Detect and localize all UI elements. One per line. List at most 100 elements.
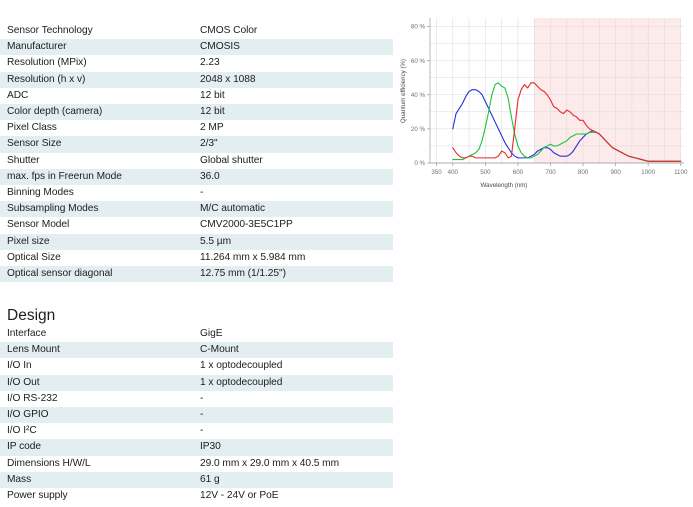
table-row: Sensor Model CMV2000-3E5C1PP	[0, 217, 393, 234]
spec-key: Dimensions H/W/L	[7, 457, 91, 469]
x-tick-label: 1100	[674, 169, 688, 176]
x-tick-label: 700	[545, 169, 556, 176]
spec-key: Manufacturer	[7, 41, 67, 53]
design-spec-table-body: Interface GigE Lens Mount C-Mount I/O In 1 x …	[0, 326, 393, 505]
spec-value: 12V - 24V or PoE	[200, 490, 279, 502]
spec-key: Interface	[7, 328, 47, 339]
spec-key: Resolution (h x v)	[7, 73, 86, 85]
x-tick-label: 900	[610, 169, 621, 176]
spec-key: I/O RS-232	[7, 392, 58, 404]
x-tick-label: 1000	[641, 169, 655, 176]
spec-value: -	[200, 409, 204, 421]
spec-value: Global shutter	[200, 154, 263, 166]
spec-value: CMOSIS	[200, 41, 240, 53]
spec-value: -	[200, 392, 204, 404]
y-tick-label: 60 %	[411, 58, 426, 65]
spec-value: -	[200, 187, 204, 199]
spec-value: 36.0	[200, 170, 220, 182]
spec-value: 2048 x 1088	[200, 73, 256, 85]
specification-panel: Sensor Technology CMOS Color Manufacturer C…	[0, 0, 393, 507]
design-section: Design Interface GigE Lens Mount C-Mount I/O…	[0, 306, 393, 505]
spec-value: CMOS Color	[200, 25, 258, 36]
spec-key: Lens Mount	[7, 344, 60, 356]
y-tick-label: 0 %	[414, 160, 425, 167]
spec-key: Sensor Technology	[7, 25, 93, 36]
chart-y-tick-labels: 0 % 20 % 40 % 60 % 80 %	[411, 24, 426, 167]
table-row: Lens Mount C-Mount	[0, 342, 393, 359]
sensor-spec-table-body: Sensor Technology CMOS Color Manufacturer C…	[0, 23, 393, 283]
quantum-efficiency-chart: 350 400 500 600 700 800 900 1000 1100 0 % 20 % 40 …	[396, 6, 689, 192]
spec-value: C-Mount	[200, 344, 239, 356]
spec-value: 1 x optodecoupled	[200, 376, 283, 388]
table-row: Mass 61 g	[0, 471, 393, 489]
spec-value: 29.0 mm x 29.0 mm x 40.5 mm	[200, 457, 340, 469]
spec-key: Color depth (camera)	[7, 106, 103, 118]
table-row: Interface GigE	[0, 326, 393, 343]
x-tick-label: 500	[480, 169, 491, 176]
table-row: I/O In 1 x optodecoupled	[0, 358, 393, 375]
spec-value: 2.23	[200, 57, 220, 69]
table-row: max. fps in Freerun Mode 36.0	[0, 168, 393, 186]
table-row: Binning Modes -	[0, 185, 393, 202]
spec-value: 11.264 mm x 5.984 mm	[200, 251, 306, 263]
chart-x-tick-labels: 350 400 500 600 700 800 900 1000 1100	[431, 169, 688, 176]
table-row: Resolution (MPix) 2.23	[0, 55, 393, 72]
spec-value: -	[200, 425, 204, 437]
chart-x-axis-title: Wavelength (nm)	[481, 182, 528, 189]
table-row: Sensor Technology CMOS Color	[0, 23, 393, 40]
spec-value: CMV2000-3E5C1PP	[200, 219, 293, 231]
table-row: Pixel size 5.5 µm	[0, 233, 393, 250]
table-row: Shutter Global shutter	[0, 152, 393, 169]
table-row: Resolution (h x v) 2048 x 1088	[0, 71, 393, 88]
table-row: Power supply 12V - 24V or PoE	[0, 488, 393, 505]
table-row: I/O I²C -	[0, 423, 393, 440]
spec-key: Power supply	[7, 490, 68, 502]
spec-value: GigE	[200, 328, 223, 339]
spec-key: ADC	[7, 89, 29, 101]
y-tick-label: 80 %	[411, 24, 426, 31]
table-row: Optical sensor diagonal 12.75 mm (1/1.25"…	[0, 266, 393, 283]
y-tick-label: 20 %	[411, 126, 426, 133]
table-row: IP code IP30	[0, 439, 393, 456]
spec-key: Mass	[7, 473, 32, 485]
spec-key: Shutter	[7, 154, 40, 166]
spec-value: 2 MP	[200, 122, 224, 134]
spec-value: 61 g	[200, 473, 220, 485]
spec-key: max. fps in Freerun Mode	[7, 170, 122, 182]
spec-key: I/O I²C	[7, 425, 37, 437]
design-section-heading: Design	[7, 307, 56, 324]
spec-key: Pixel Class	[7, 122, 57, 134]
spec-value: 1 x optodecoupled	[200, 360, 283, 372]
spec-value: 2/3"	[200, 138, 218, 150]
x-tick-label: 800	[578, 169, 589, 176]
chart-nir-shading	[534, 18, 681, 163]
x-tick-label: 600	[513, 169, 524, 176]
spec-key: I/O In	[7, 360, 32, 372]
table-row: Sensor Size 2/3"	[0, 136, 393, 153]
spec-key: I/O GPIO	[7, 409, 49, 421]
spec-key: Optical Size	[7, 251, 61, 263]
spec-key: IP code	[7, 441, 42, 453]
table-row: I/O RS-232 -	[0, 390, 393, 408]
spec-key: Optical sensor diagonal	[7, 268, 113, 280]
table-row: Pixel Class 2 MP	[0, 120, 393, 137]
spec-key: Pixel size	[7, 235, 50, 247]
spec-key: I/O Out	[7, 376, 40, 388]
nir-region	[534, 18, 681, 163]
table-row: Subsampling Modes M/C automatic	[0, 201, 393, 218]
spec-key: Sensor Size	[7, 138, 62, 150]
table-row: Color depth (camera) 12 bit	[0, 104, 393, 121]
x-tick-label: 400	[448, 169, 459, 176]
sensor-spec-table: Sensor Technology CMOS Color Manufacturer C…	[0, 23, 393, 283]
chart-y-axis-title: Quantum efficiency (%)	[400, 59, 407, 123]
table-row: ADC 12 bit	[0, 87, 393, 105]
y-tick-label: 40 %	[411, 92, 426, 99]
design-spec-table: Interface GigE Lens Mount C-Mount I/O In 1 x …	[0, 326, 393, 505]
spec-value: 12 bit	[200, 89, 225, 101]
spec-value: 5.5 µm	[200, 235, 232, 247]
table-row: Optical Size 11.264 mm x 5.984 mm	[0, 249, 393, 267]
table-row: Dimensions H/W/L 29.0 mm x 29.0 mm x 40.5…	[0, 455, 393, 472]
table-row: I/O GPIO -	[0, 407, 393, 424]
spec-value: 12.75 mm (1/1.25")	[200, 268, 286, 280]
spec-key: Sensor Model	[7, 219, 70, 231]
